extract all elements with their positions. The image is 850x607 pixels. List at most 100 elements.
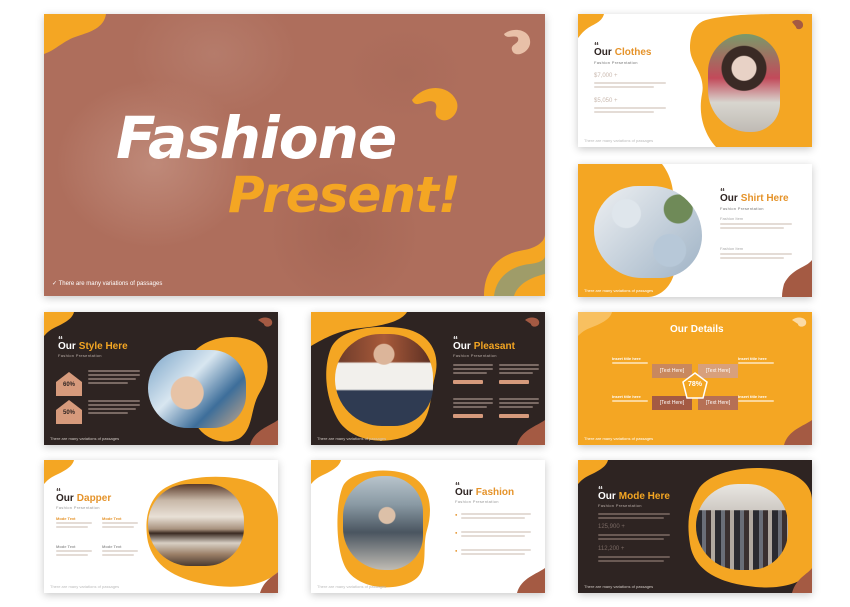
text-placeholder [102, 526, 134, 528]
text-placeholder [102, 550, 138, 552]
slide-our-shirt[interactable]: “ Our Shirt Here Fashion Presentation Fas… [578, 164, 812, 297]
text-placeholder [461, 553, 525, 555]
dapper-folded-clothes-photo [148, 484, 244, 566]
text-placeholder [88, 370, 140, 372]
clothes-subtitle: Fashion Presentation [594, 60, 638, 65]
shirt-blob-photo [594, 186, 702, 278]
text-placeholder [598, 513, 670, 515]
shirt-subtitle: Fashion Presentation [720, 206, 764, 211]
text-placeholder [56, 522, 92, 524]
style-stat-1: 60% [62, 382, 75, 388]
text-placeholder [499, 368, 539, 370]
text-placeholder [88, 378, 136, 380]
text-placeholder [720, 223, 792, 225]
details-heading-2: Insert title here [738, 356, 767, 361]
slide-our-dapper[interactable]: “ Our Dapper Fashion Presentation Mode Te… [44, 460, 278, 593]
tag-button[interactable] [499, 414, 529, 418]
details-heading-1: Insert title here [612, 356, 641, 361]
text-placeholder [453, 398, 493, 400]
text-placeholder [598, 538, 664, 540]
pleasant-title: Our Pleasant [453, 341, 515, 352]
slide-our-details[interactable]: Our Details Insert title here Insert titl… [578, 312, 812, 445]
details-heading-4: Insert title here [738, 394, 767, 399]
text-placeholder [720, 257, 784, 259]
text-placeholder [461, 513, 531, 515]
slide-our-mode[interactable]: “ Our Mode Here Fashion Presentation 125,… [578, 460, 812, 593]
details-title: Our Details [670, 324, 724, 335]
text-placeholder [88, 400, 140, 402]
text-placeholder [461, 531, 531, 533]
text-placeholder [453, 406, 487, 408]
tag-button[interactable] [499, 380, 529, 384]
text-placeholder [594, 86, 654, 88]
text-placeholder [499, 406, 533, 408]
text-placeholder [598, 560, 664, 562]
cover-footer-text: There are many variations of passages [58, 281, 163, 287]
bullet-icon: ● [455, 512, 458, 517]
mode-title: Our Mode Here [598, 491, 670, 502]
text-placeholder [499, 398, 539, 400]
text-placeholder [720, 253, 792, 255]
dapper-col-1: Mode Text [56, 516, 76, 521]
cover-slide[interactable]: Fashione Present! ✓ There are many varia… [44, 14, 545, 296]
dapper-subtitle: Fashion Presentation [56, 505, 100, 510]
cover-title-line1: Fashione [116, 104, 397, 172]
clothes-footer: There are many variations of passages [584, 138, 654, 143]
text-placeholder [102, 522, 138, 524]
text-placeholder [594, 111, 654, 113]
text-placeholder [102, 554, 134, 556]
center-orange-swirl [412, 88, 458, 121]
style-stat-2: 50% [62, 410, 75, 416]
text-placeholder [598, 556, 670, 558]
dapper-title: Our Dapper [56, 493, 112, 504]
check-icon: ✓ [52, 281, 58, 287]
cover-footer: ✓ There are many variations of passages [52, 280, 162, 287]
slide-our-style[interactable]: “ Our Style Here Fashion Presentation 60%… [44, 312, 278, 445]
text-placeholder [598, 517, 664, 519]
fashion-man-phone-photo [343, 476, 423, 570]
mode-clothing-rack-photo [696, 484, 788, 570]
slide-our-clothes[interactable]: “ Our Clothes Fashion Presentation $7,000… [578, 14, 812, 147]
pleasant-subtitle: Fashion Presentation [453, 353, 497, 358]
style-title: Our Style Here [58, 341, 128, 352]
text-placeholder [612, 400, 648, 402]
text-placeholder [88, 382, 128, 384]
text-placeholder [499, 372, 533, 374]
slide-our-fashion[interactable]: “ Our Fashion Fashion Presentation ● ● ● … [311, 460, 545, 593]
clothes-stat-1: $7,000 + [594, 73, 618, 79]
text-placeholder [612, 362, 648, 364]
top-right-swirl [504, 29, 531, 55]
dapper-col-3: Mode Text [56, 544, 76, 549]
style-subtitle: Fashion Presentation [58, 353, 102, 358]
dapper-footer: There are many variations of passages [50, 584, 120, 589]
text-placeholder [88, 412, 128, 414]
pleasant-footer: There are many variations of passages [317, 436, 387, 441]
mode-stat-1: 125,900 + [598, 524, 625, 530]
text-placeholder [738, 362, 774, 364]
clothes-stat-2: $5,050 + [594, 98, 618, 104]
dapper-col-4: Mode Text [102, 544, 122, 549]
text-placeholder [720, 227, 784, 229]
text-placeholder [738, 400, 774, 402]
text-placeholder [56, 526, 88, 528]
tag-button[interactable] [453, 414, 483, 418]
bullet-icon: ● [455, 530, 458, 535]
text-placeholder [499, 402, 539, 404]
text-placeholder [461, 549, 531, 551]
details-center-value: 78% [687, 381, 702, 388]
shirt-label-2: Fashion Item [720, 246, 744, 251]
text-placeholder [453, 368, 493, 370]
clothes-woman-photo [708, 34, 780, 132]
text-placeholder [88, 374, 140, 376]
tag-button[interactable] [453, 380, 483, 384]
text-placeholder [461, 535, 525, 537]
text-placeholder [594, 82, 666, 84]
slide-our-pleasant[interactable]: “ Our Pleasant Fashion Presentation There… [311, 312, 545, 445]
text-placeholder [499, 364, 539, 366]
text-placeholder [453, 372, 487, 374]
clothes-title: Our Clothes [594, 47, 652, 58]
text-placeholder [88, 404, 140, 406]
shirt-label-1: Fashion Item [720, 216, 744, 221]
mode-footer: There are many variations of passages [584, 584, 654, 589]
text-placeholder [594, 107, 666, 109]
